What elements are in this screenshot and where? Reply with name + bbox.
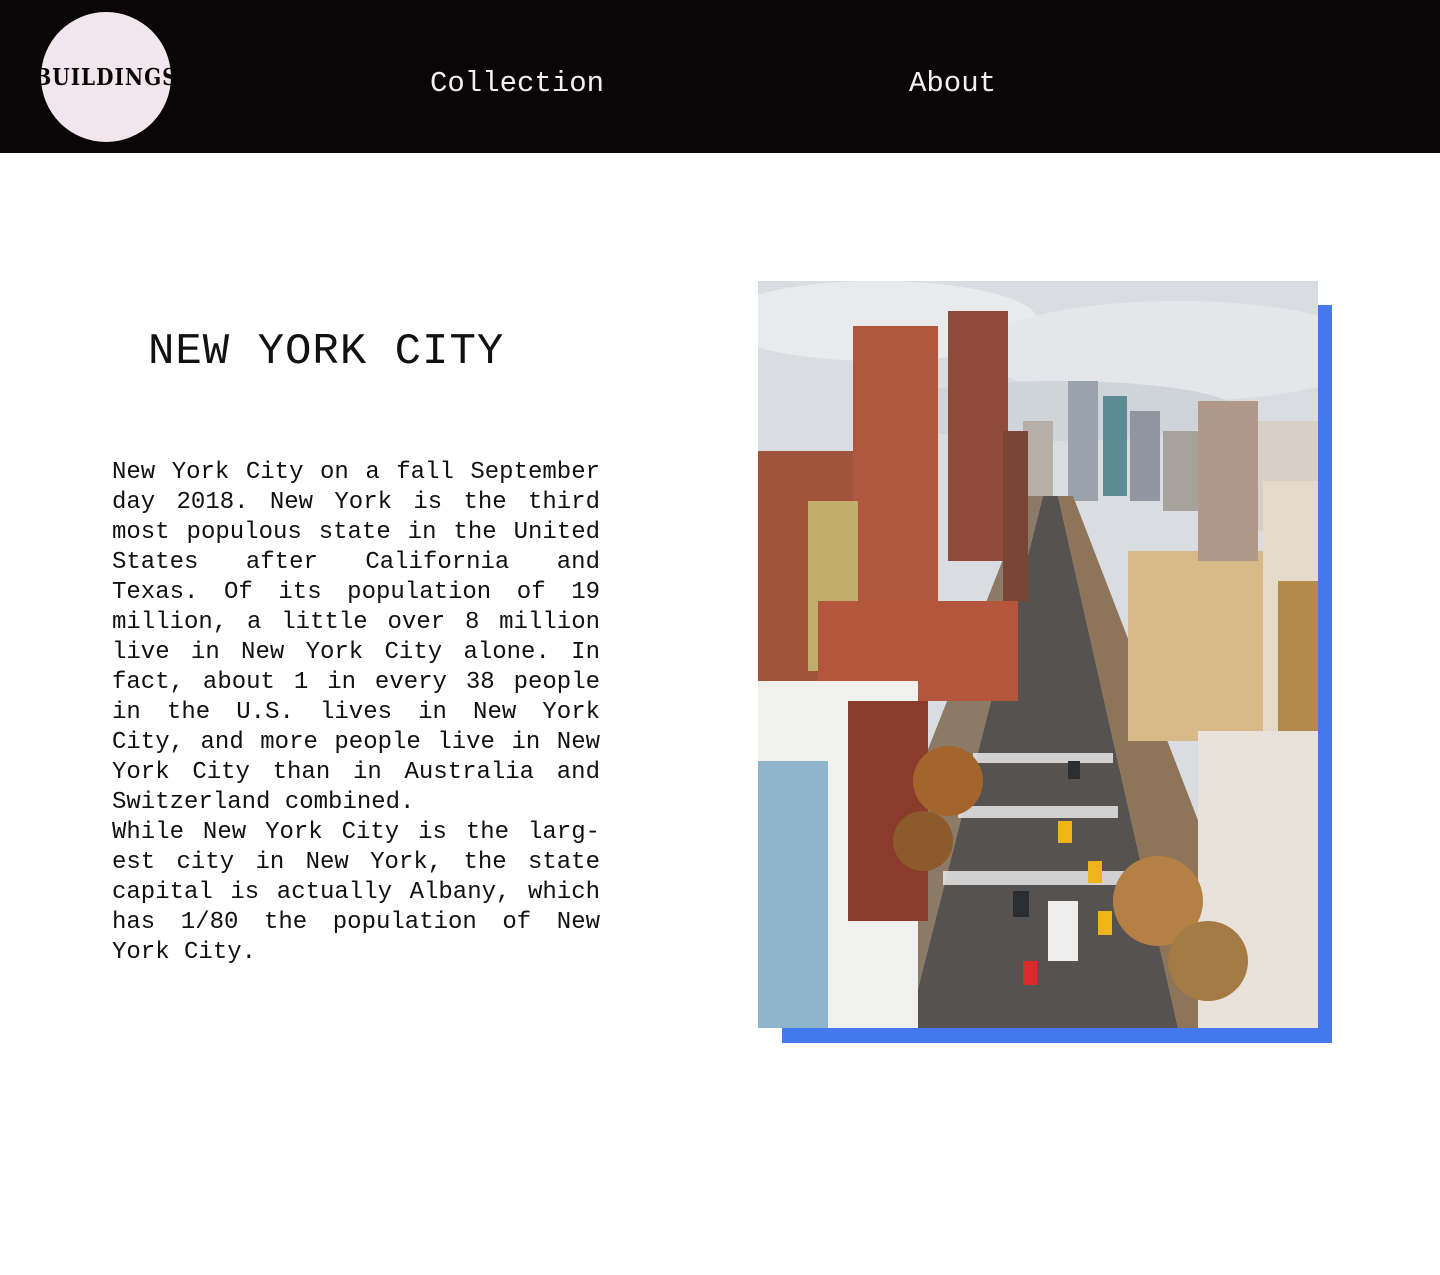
- nav-link-collection[interactable]: Collection: [430, 64, 604, 104]
- page-title: NEW YORK CITY: [148, 327, 505, 377]
- city-street-photo: [758, 281, 1318, 1028]
- article-body: New York City on a fall September day 20…: [112, 458, 600, 968]
- top-navbar: BUILDINGS Collection About: [0, 0, 1440, 153]
- buildings-logo[interactable]: BUILDINGS: [34, 12, 177, 142]
- article-paragraph: New York City on a fall September day 20…: [112, 459, 600, 816]
- city-street-illustration: [758, 281, 1318, 1028]
- logo-text: BUILDINGS: [34, 63, 178, 91]
- nav-link-about[interactable]: About: [909, 64, 996, 104]
- article-paragraph: While New York City is the larg-est city…: [112, 819, 600, 966]
